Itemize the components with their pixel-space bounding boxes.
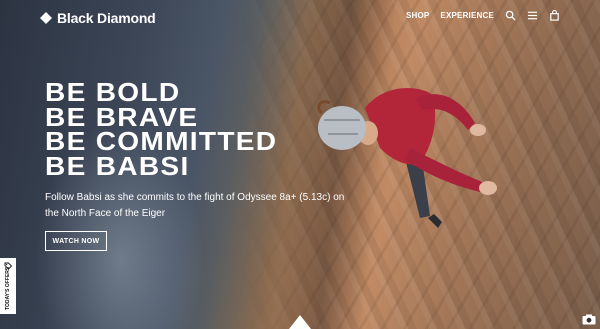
hero-headline: BE BOLD BE BRAVE BE COMMITTED BE BABSI <box>45 79 276 178</box>
brand-logo[interactable]: Black Diamond <box>40 10 156 26</box>
hero-subcopy: Follow Babsi as she commits to the fight… <box>45 192 345 219</box>
headline-line-4: BE BABSI <box>45 150 190 181</box>
watch-now-button[interactable]: WATCH NOW <box>45 231 107 251</box>
todays-offers-tab[interactable]: TODAY'S OFFERS <box>0 258 16 314</box>
diamond-logo-icon <box>40 12 52 24</box>
diamond-logo-icon <box>289 315 311 329</box>
search-icon[interactable] <box>505 10 516 21</box>
camera-icon[interactable] <box>582 314 596 325</box>
menu-icon[interactable] <box>527 10 538 21</box>
main-nav: SHOP EXPERIENCE <box>406 10 560 21</box>
todays-offers-label: TODAY'S OFFERS <box>5 266 11 310</box>
cart-icon[interactable] <box>549 10 560 21</box>
nav-experience[interactable]: EXPERIENCE <box>440 11 494 20</box>
brand-name: Black Diamond <box>57 10 156 26</box>
nav-shop[interactable]: SHOP <box>406 11 429 20</box>
